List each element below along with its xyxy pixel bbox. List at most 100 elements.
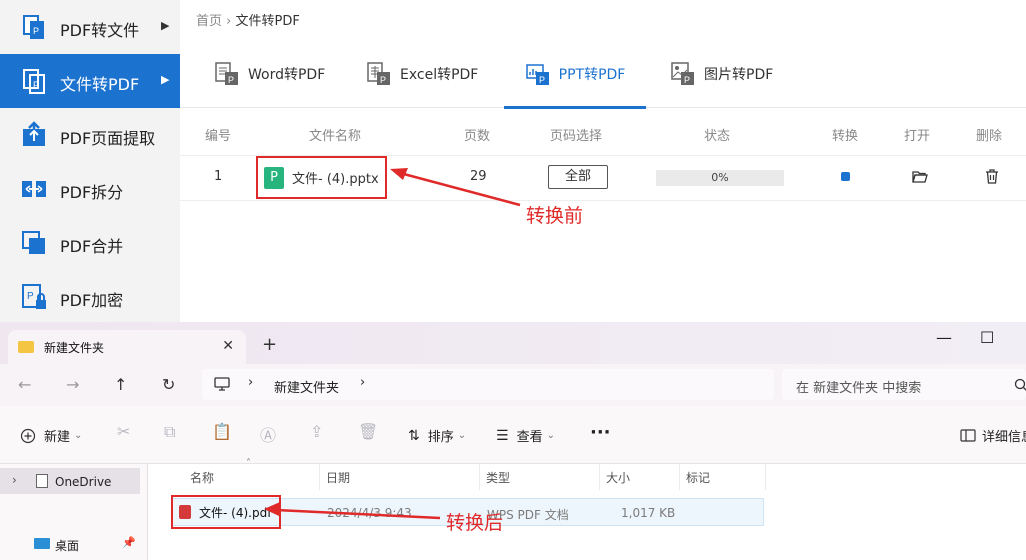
- column-header-tags[interactable]: 标记: [680, 464, 766, 490]
- paste-icon[interactable]: 📋: [212, 422, 232, 441]
- chevron-right-icon: ▶: [161, 19, 170, 32]
- address-bar[interactable]: › 新建文件夹 ›: [202, 369, 774, 400]
- file-name: 文件- (4).pptx: [292, 172, 379, 187]
- svg-text:P: P: [380, 75, 386, 85]
- column-header-type[interactable]: 类型: [480, 464, 600, 490]
- annotation-after-label: 转换后: [446, 512, 504, 534]
- file-explorer-window: 新建文件夹 ✕ + — ☐ ← → ↑ ↻ › 新建文件夹 › 在 新建文件夹 …: [0, 322, 1026, 560]
- tab-label: Word转PDF: [248, 67, 326, 83]
- address-chevron-icon: ›: [248, 375, 254, 390]
- pdf-encrypt-icon: P: [22, 284, 46, 309]
- sidebar-item-pdf-to-file[interactable]: P PDF转文件 ▶: [0, 0, 180, 54]
- file-chip-pptx: P 文件- (4).pptx: [256, 156, 387, 199]
- folder-icon: [18, 341, 34, 353]
- annotation-before-label: 转换前: [526, 205, 584, 227]
- image-doc-icon: P: [671, 62, 694, 85]
- new-button[interactable]: 新建 ⌄: [20, 426, 82, 445]
- sort-button[interactable]: ⇅ 排序 ⌄: [408, 426, 467, 446]
- sidebar-item-pdf-split[interactable]: PDF拆分: [0, 162, 180, 216]
- nav-item-onedrive[interactable]: › OneDrive: [0, 468, 140, 494]
- table-row[interactable]: 1 P 文件- (4).pptx 29 全部 0%: [180, 155, 1026, 201]
- tab-ppt-to-pdf[interactable]: P PPT转PDF: [504, 40, 646, 109]
- nav-item-label: OneDrive: [55, 475, 112, 489]
- close-tab-icon[interactable]: ✕: [222, 338, 234, 354]
- explorer-titlebar: 新建文件夹 ✕ + — ☐: [0, 322, 1026, 364]
- view-label: 查看: [516, 430, 543, 445]
- column-header-status: 状态: [704, 129, 731, 144]
- share-icon[interactable]: ⇪: [310, 422, 323, 441]
- excel-doc-icon: P: [367, 62, 390, 85]
- convert-button[interactable]: [841, 172, 850, 181]
- more-options-icon[interactable]: ···: [590, 422, 611, 443]
- view-button[interactable]: ☰ 查看 ⌄: [496, 426, 555, 446]
- sidebar-item-pdf-merge[interactable]: PDF合并: [0, 216, 180, 270]
- pdf-merge-icon: [22, 231, 45, 254]
- search-input[interactable]: 在 新建文件夹 中搜索: [782, 369, 1026, 400]
- address-chevron-icon: ›: [360, 375, 366, 390]
- progress-bar: 0%: [656, 170, 784, 186]
- breadcrumb-home[interactable]: 首页: [196, 14, 222, 29]
- folder-open-icon[interactable]: [912, 169, 928, 185]
- copy-icon[interactable]: ⧉: [164, 422, 175, 442]
- column-header-name[interactable]: 名称: [184, 464, 320, 490]
- new-tab-button[interactable]: +: [262, 334, 277, 355]
- trash-icon[interactable]: [984, 168, 1000, 184]
- sidebar-item-label: PDF加密: [60, 291, 124, 310]
- annotation-arrow-before: [390, 168, 521, 207]
- breadcrumb-separator: ›: [226, 14, 232, 29]
- explorer-tab-title: 新建文件夹: [44, 340, 105, 355]
- sidebar-item-label: PDF页面提取: [60, 129, 156, 148]
- chevron-down-icon: ⌄: [457, 430, 467, 441]
- column-header-filename: 文件名称: [309, 129, 362, 144]
- back-button[interactable]: ←: [18, 375, 31, 394]
- sidebar-item-pdf-encrypt[interactable]: P PDF加密: [0, 270, 180, 324]
- tab-word-to-pdf[interactable]: P Word转PDF: [214, 40, 325, 108]
- delete-icon[interactable]: 🗑: [358, 422, 378, 441]
- sidebar-item-file-to-pdf[interactable]: P 文件转PDF ▶: [0, 54, 180, 108]
- details-pane-button[interactable]: 详细信息: [960, 426, 1026, 445]
- nav-item-desktop[interactable]: 桌面 📌: [0, 530, 140, 556]
- svg-text:P: P: [27, 291, 34, 302]
- explorer-tab[interactable]: 新建文件夹 ✕: [8, 330, 246, 364]
- search-icon: [1014, 378, 1026, 391]
- tab-excel-to-pdf[interactable]: P Excel转PDF: [366, 40, 478, 108]
- details-label: 详细信息: [982, 430, 1026, 445]
- sidebar-item-pdf-extract[interactable]: PDF页面提取: [0, 108, 180, 162]
- column-header-convert: 转换: [832, 129, 859, 144]
- tab-image-to-pdf[interactable]: P 图片转PDF: [670, 40, 773, 108]
- column-header-delete: 删除: [976, 129, 1003, 144]
- table-header: 编号 文件名称 页数 页码选择 状态 转换 打开 删除: [180, 120, 1026, 154]
- sidebar-item-label: PDF合并: [60, 237, 124, 256]
- file-to-pdf-icon: P: [23, 69, 45, 94]
- up-button[interactable]: ↑: [114, 375, 127, 394]
- column-header-date[interactable]: 日期: [320, 464, 480, 490]
- explorer-command-bar: 新建 ⌄ ✂ ⧉ 📋 Ⓐ ⇪ 🗑 ⇅ 排序 ⌄ ☰ 查看 ⌄ ··· 详细信息: [0, 406, 1026, 464]
- cut-icon[interactable]: ✂: [117, 422, 130, 441]
- svg-text:P: P: [33, 80, 39, 90]
- conversion-tabs: P Word转PDF P Excel转PDF P PPT转PDF P 图片转PD…: [180, 40, 1026, 109]
- refresh-button[interactable]: ↻: [162, 375, 175, 394]
- details-pane-icon: [960, 429, 976, 442]
- screenshot-root: P PDF转文件 ▶ P 文件转PDF ▶ PDF页面提取 PDF拆分 PDF合…: [0, 0, 1026, 560]
- expand-chevron-icon: ›: [12, 473, 17, 487]
- pdf-extract-icon: [23, 121, 45, 146]
- explorer-body: › OneDrive 桌面 📌 ˄ 名称 日期 类型 大小 标记 文件- (4)…: [0, 458, 1026, 560]
- column-header-index: 编号: [205, 129, 232, 144]
- minimize-button[interactable]: —: [936, 328, 952, 347]
- maximize-button[interactable]: ☐: [980, 328, 994, 347]
- column-header-open: 打开: [904, 129, 931, 144]
- svg-text:P: P: [228, 75, 234, 85]
- rename-icon[interactable]: Ⓐ: [260, 422, 276, 446]
- column-header-size[interactable]: 大小: [600, 464, 680, 490]
- row-index: 1: [214, 169, 223, 184]
- pdf-file-icon: [179, 505, 191, 519]
- chevron-down-icon: ⌄: [546, 430, 555, 441]
- new-label: 新建: [44, 430, 71, 445]
- forward-button[interactable]: →: [66, 375, 79, 394]
- sort-icon: ⇅: [408, 427, 420, 444]
- explorer-navbar: ← → ↑ ↻ › 新建文件夹 › 在 新建文件夹 中搜索: [0, 364, 1026, 406]
- file-name: 文件- (4).pdf: [199, 505, 272, 520]
- address-folder[interactable]: 新建文件夹: [274, 377, 339, 396]
- page-select-button[interactable]: 全部: [548, 165, 608, 189]
- column-header-page-select: 页码选择: [550, 129, 603, 144]
